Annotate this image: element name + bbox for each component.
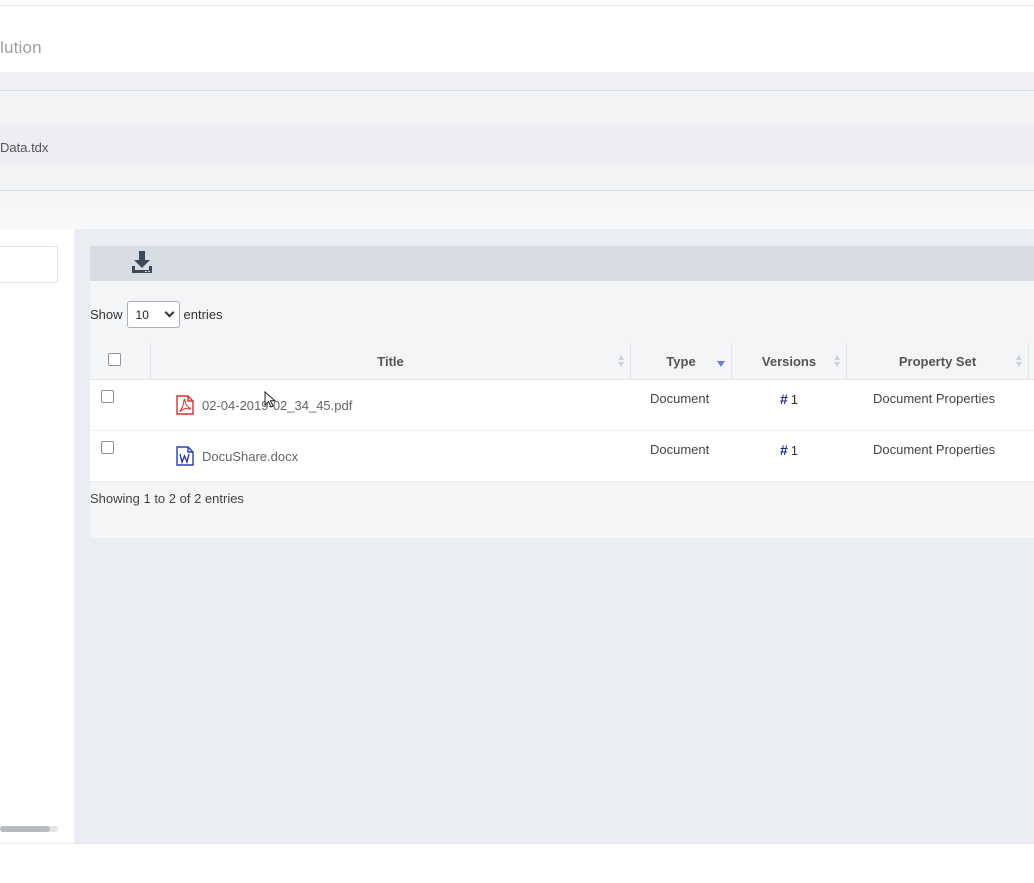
column-versions[interactable]: Versions: [732, 343, 847, 380]
page: lution Data.tdx Show 10 entries Title Ty…: [0, 0, 1034, 883]
table-header: Title Type Versions Property Set: [90, 343, 1034, 380]
app-header: lution: [0, 6, 1034, 72]
version-number: 1: [790, 442, 799, 458]
sort-desc-icon: [717, 361, 725, 367]
select-all-header: [90, 343, 151, 380]
versions-cell[interactable]: # 1: [780, 442, 798, 458]
documents-table-panel: Show 10 entries Title Type Versions Prop…: [90, 281, 1034, 538]
mouse-cursor-icon: [264, 391, 276, 408]
column-title-label: Title: [377, 354, 404, 369]
subheader-band: [0, 191, 1034, 207]
page-length-select[interactable]: 10: [126, 301, 180, 328]
file-title: DocuShare.docx: [202, 448, 299, 464]
row-checkbox[interactable]: [101, 441, 114, 454]
length-prefix: Show: [90, 307, 123, 322]
version-hash-icon: #: [780, 391, 788, 407]
table-info: Showing 1 to 2 of 2 entries: [90, 491, 244, 506]
footer: [0, 844, 1034, 883]
breadcrumb-file[interactable]: Data.tdx: [0, 140, 48, 155]
column-versions-label: Versions: [761, 354, 817, 369]
sidebar: [0, 229, 74, 843]
subheader-band: [0, 207, 1034, 229]
select-all-checkbox[interactable]: [108, 353, 121, 366]
property-set-cell: Document Properties: [873, 391, 996, 406]
app-title: lution: [0, 38, 42, 57]
sort-icon: [1016, 355, 1022, 369]
row-checkbox[interactable]: [101, 390, 114, 403]
table-row[interactable]: 02-04-2019-02_34_45.pdf Document # 1 Doc…: [90, 380, 1034, 431]
table-row[interactable]: DocuShare.docx Document # 1 Document Pro…: [90, 431, 1034, 482]
breadcrumb-row: [0, 125, 1034, 165]
page-length-control: Show 10 entries: [90, 301, 223, 328]
sidebar-scrollbar-thumb[interactable]: [0, 826, 50, 832]
column-type-label: Type: [666, 354, 696, 369]
column-property-set-label: Property Set: [898, 354, 977, 369]
column-type[interactable]: Type: [631, 343, 732, 380]
page-length-value: 10: [135, 307, 149, 322]
versions-cell[interactable]: # 1: [780, 391, 798, 407]
version-hash-icon: #: [780, 442, 788, 458]
column-property-set[interactable]: Property Set: [847, 343, 1029, 380]
file-title: 02-04-2019-02_34_45.pdf: [202, 397, 353, 413]
type-cell: Document: [650, 391, 710, 406]
chevron-down-icon: [164, 307, 174, 318]
length-suffix: entries: [183, 307, 223, 322]
header-band: [0, 72, 1034, 90]
pdf-file-icon: [176, 395, 194, 415]
file-link[interactable]: DocuShare.docx: [176, 446, 298, 466]
type-cell: Document: [650, 442, 710, 457]
download-icon[interactable]: [130, 250, 154, 276]
sort-icon: [618, 355, 624, 369]
word-file-icon: [176, 446, 194, 466]
main-content: Show 10 entries Title Type Versions Prop…: [74, 229, 1034, 843]
table-toolbar: [90, 246, 1034, 281]
column-title[interactable]: Title: [151, 343, 631, 380]
sort-icon: [834, 355, 840, 369]
version-number: 1: [790, 391, 799, 407]
property-set-cell: Document Properties: [873, 442, 996, 457]
sidebar-search-input[interactable]: [0, 246, 58, 283]
